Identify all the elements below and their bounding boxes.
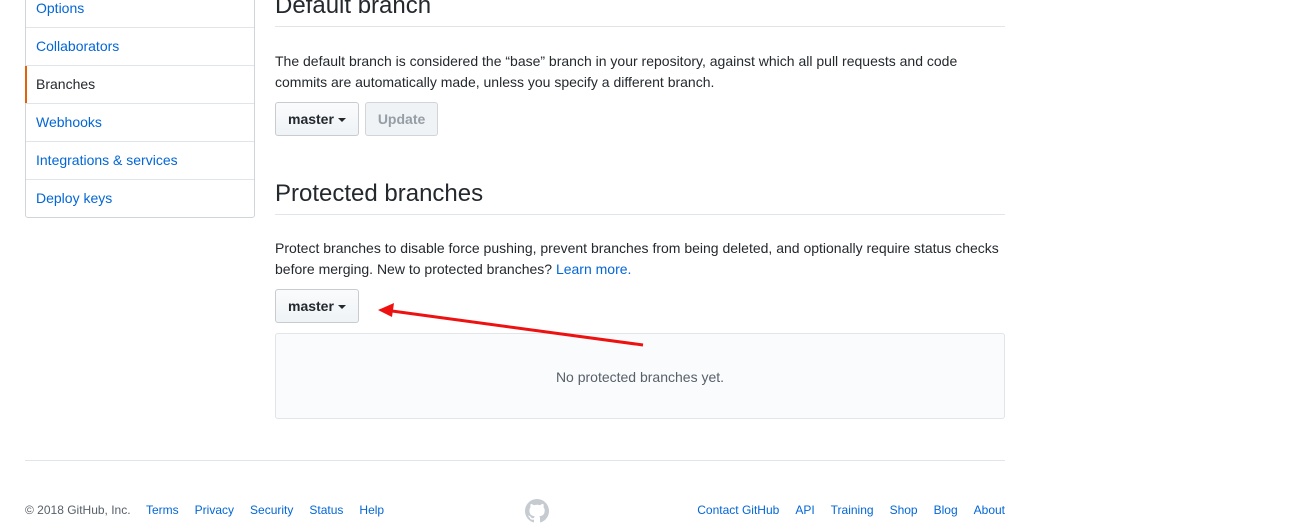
settings-sidebar: Options Collaborators Branches Webhooks … [25,0,255,218]
protected-branches-title: Protected branches [275,180,1005,215]
footer-copyright: © 2018 GitHub, Inc. [25,503,131,517]
footer-link-security[interactable]: Security [250,503,293,517]
footer-link-terms[interactable]: Terms [146,503,179,517]
footer-link-blog[interactable]: Blog [934,503,958,517]
update-button[interactable]: Update [364,102,439,136]
footer-link-help[interactable]: Help [359,503,384,517]
empty-state-message: No protected branches yet. [555,369,725,385]
protected-branch-controls: master [275,289,359,323]
protected-branch-select[interactable]: master [275,289,359,323]
protected-branches-description: Protect branches to disable force pushin… [275,238,1005,280]
protected-branches-empty-state: No protected branches yet. [275,333,1005,419]
caret-down-icon [337,305,346,310]
footer-divider [25,460,1005,461]
github-mark-icon[interactable] [525,499,549,526]
default-branch-select-label: master [288,111,334,127]
default-branch-controls: master Update [275,102,439,136]
sidebar-item-collaborators[interactable]: Collaborators [26,28,254,66]
sidebar-item-deploy-keys[interactable]: Deploy keys [26,180,254,217]
footer-link-contact[interactable]: Contact GitHub [697,503,779,517]
footer: © 2018 GitHub, Inc. Terms Privacy Security… [25,499,1005,523]
sidebar-item-options[interactable]: Options [26,0,254,28]
default-branch-select[interactable]: master [275,102,359,136]
footer-links-left: Terms Privacy Security Status Help [146,503,400,517]
caret-down-icon [337,118,346,123]
footer-link-shop[interactable]: Shop [890,503,918,517]
footer-links-right: Contact GitHub API Training Shop Blog About [697,503,1005,517]
annotation-arrow-head [378,303,394,317]
footer-link-status[interactable]: Status [309,503,343,517]
protected-branches-text: Protect branches to disable force pushin… [275,240,999,277]
protected-branch-select-label: master [288,298,334,314]
protected-branches-section: Protected branches [275,180,1005,215]
sidebar-item-webhooks[interactable]: Webhooks [26,104,254,142]
learn-more-link[interactable]: Learn more. [556,261,631,277]
default-branch-section: Default branch [275,0,1005,27]
footer-link-about[interactable]: About [974,503,1005,517]
default-branch-description: The default branch is considered the “ba… [275,53,958,90]
footer-link-privacy[interactable]: Privacy [195,503,234,517]
sidebar-item-integrations[interactable]: Integrations & services [26,142,254,180]
footer-link-training[interactable]: Training [831,503,874,517]
footer-link-api[interactable]: API [795,503,814,517]
sidebar-item-branches[interactable]: Branches [25,66,254,104]
default-branch-title: Default branch [275,0,1005,27]
